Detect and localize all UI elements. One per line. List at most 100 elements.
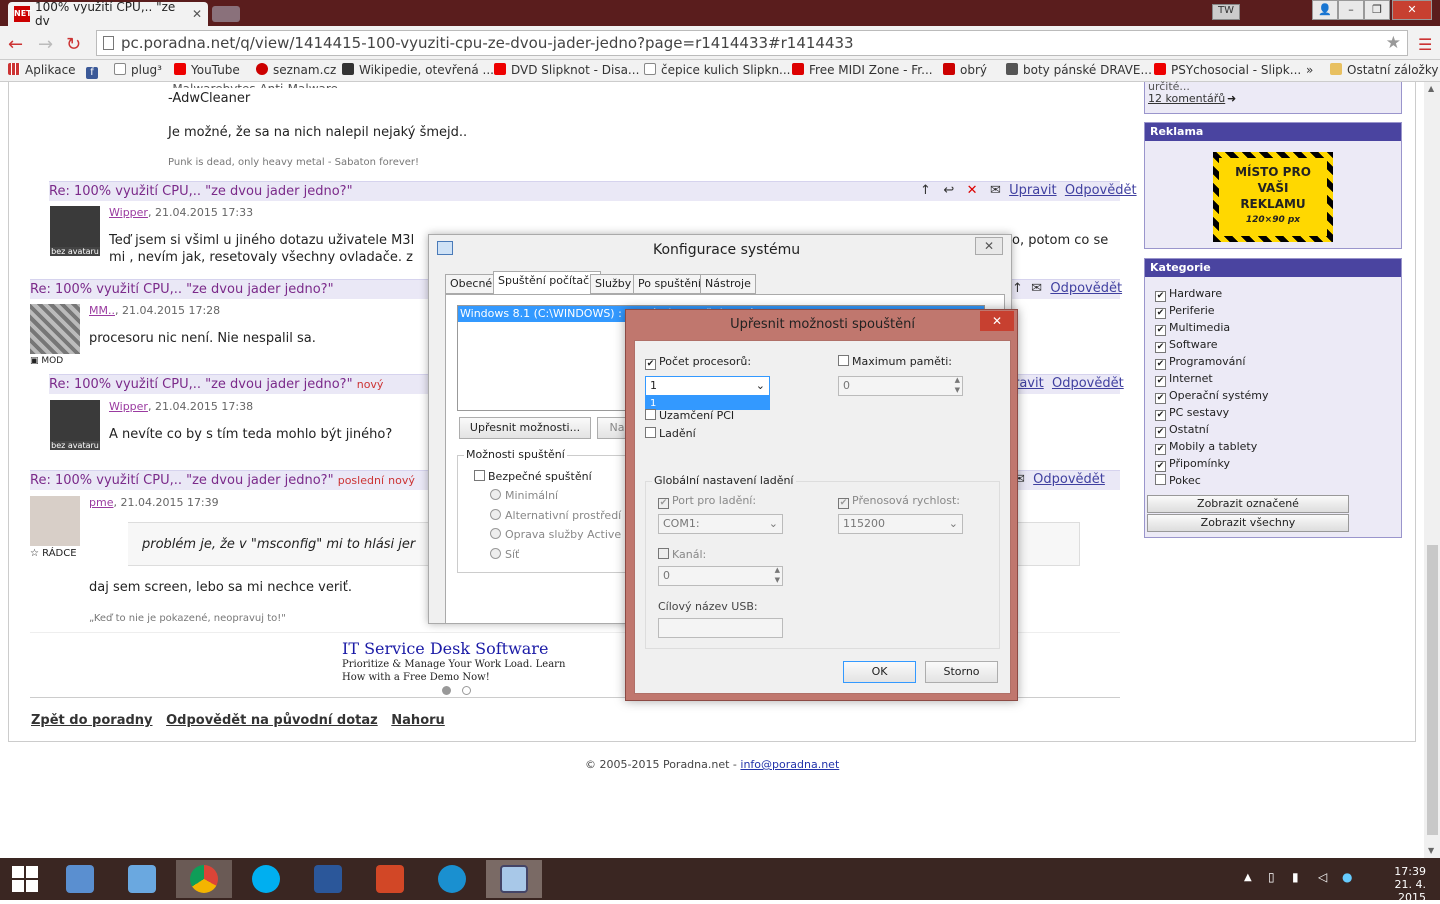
category-programovani[interactable]: ✔ Programování	[1155, 355, 1245, 370]
checkbox-checked[interactable]: ✔	[1155, 444, 1166, 455]
checkbox-checked[interactable]: ✔	[658, 498, 669, 509]
taskbar-app-active[interactable]	[486, 860, 542, 898]
tab-boot[interactable]: Spuštění počítače	[493, 271, 601, 295]
address-bar[interactable]: pc.poradna.net/q/view/1414415-100-vyuzit…	[96, 30, 1408, 56]
cancel-button[interactable]: Storno	[925, 661, 998, 683]
bookmark-cepice[interactable]: čepice kulich Slipkn...	[644, 63, 791, 77]
checkbox-unchecked[interactable]	[645, 427, 656, 438]
category-internet[interactable]: ✔ Internet	[1155, 372, 1213, 387]
checkbox-checked[interactable]: ✔	[1155, 427, 1166, 438]
checkbox-checked[interactable]: ✔	[645, 359, 656, 370]
category-hardware[interactable]: ✔ Hardware	[1155, 287, 1222, 302]
start-button[interactable]	[0, 860, 50, 898]
debug-checkbox[interactable]: Ladění	[645, 427, 696, 440]
checkbox-unchecked[interactable]	[474, 470, 485, 481]
bookmark-obry[interactable]: obrý	[943, 63, 987, 77]
post-title[interactable]: Re: 100% využití CPU,.. "ze dvou jader j…	[49, 377, 353, 392]
radio-minimal[interactable]: Minimální	[490, 489, 558, 502]
author-link[interactable]: MM..	[89, 304, 115, 317]
bookmark-wikipedia[interactable]: Wikipedie, otevřená ...	[342, 63, 494, 77]
max-memory-checkbox[interactable]: Maximum paměti:	[838, 355, 952, 368]
menu-icon[interactable]: ☰	[1418, 35, 1432, 54]
post-title[interactable]: Re: 100% využití CPU,.. "ze dvou jader j…	[30, 473, 334, 488]
bookmark-youtube[interactable]: YouTube	[174, 63, 240, 77]
category-mobily[interactable]: ✔ Mobily a tablety	[1155, 440, 1257, 455]
top-link[interactable]: Nahoru	[391, 713, 445, 728]
minimize-button[interactable]: –	[1338, 0, 1364, 20]
radio-alternate[interactable]: Alternativní prostředí	[490, 509, 621, 522]
taskbar-app[interactable]	[52, 860, 108, 898]
scrollbar-thumb[interactable]	[1427, 545, 1438, 835]
close-window-button[interactable]: ✕	[1392, 0, 1432, 20]
checkbox-checked[interactable]: ✔	[1155, 359, 1166, 370]
category-multimedia[interactable]: ✔ Multimedia	[1155, 321, 1230, 336]
checkbox-checked[interactable]: ✔	[1155, 308, 1166, 319]
bookmark-plug[interactable]: plug³	[114, 63, 162, 77]
category-pc-sestavy[interactable]: ✔ PC sestavy	[1155, 406, 1229, 421]
reply-link[interactable]: Odpovědět	[1065, 183, 1137, 198]
bookmark-psychosocial[interactable]: PSYchosocial - Slipk...	[1154, 63, 1301, 77]
bookmark-seznam[interactable]: seznam.cz	[256, 63, 336, 77]
bookmark-facebook[interactable]: f	[86, 63, 103, 79]
reply-link[interactable]: Odpovědět	[1050, 281, 1122, 296]
debug-port-select[interactable]: COM1: ⌄	[658, 514, 783, 534]
bookmark-other[interactable]: Ostatní záložky	[1330, 63, 1438, 77]
radio-ad-repair[interactable]: Oprava služby Active Dire	[490, 528, 647, 541]
checkbox-checked[interactable]: ✔	[1155, 376, 1166, 387]
safe-boot-checkbox[interactable]: Bezpečné spuštění	[474, 470, 592, 483]
mail-icon[interactable]: ✉	[990, 183, 1001, 198]
checkbox-checked[interactable]: ✔	[1155, 342, 1166, 353]
dialog-close-button[interactable]: ✕	[980, 311, 1014, 331]
author-link[interactable]: Wipper	[109, 400, 148, 413]
edit-link[interactable]: ravit	[1014, 376, 1044, 391]
num-processors-checkbox[interactable]: ✔ Počet procesorů:	[645, 355, 751, 370]
max-memory-input[interactable]: 0 ▲ ▼	[838, 376, 963, 396]
checkbox-checked[interactable]: ✔	[1155, 291, 1166, 302]
ad-placeholder[interactable]: MÍSTO PRO VAŠI REKLAMU 120×90 px	[1213, 152, 1333, 242]
checkbox-unchecked[interactable]	[645, 409, 656, 420]
dropdown-option[interactable]: 1	[645, 396, 770, 410]
bookmark-star-icon[interactable]: ★	[1386, 31, 1401, 55]
up-arrow-icon[interactable]: ↑	[1012, 281, 1023, 296]
email-link[interactable]: info@poradna.net	[740, 758, 839, 771]
bookmark-boty[interactable]: boty pánské DRAVE...	[1006, 63, 1152, 77]
radio-icon[interactable]	[490, 548, 501, 559]
battery-icon[interactable]: ▯	[1268, 870, 1275, 884]
pci-lock-checkbox[interactable]: Uzamčení PCI	[645, 409, 734, 421]
up-arrow-icon[interactable]: ↑	[920, 183, 931, 198]
usb-target-input[interactable]	[658, 618, 783, 638]
taskbar-app[interactable]	[424, 860, 480, 898]
tab-tools[interactable]: Nástroje	[700, 274, 756, 294]
tab-services[interactable]: Služby	[590, 274, 637, 294]
reply-link[interactable]: Odpovědět	[1052, 376, 1124, 391]
checkbox-checked[interactable]: ✔	[1155, 325, 1166, 336]
category-ostatni[interactable]: ✔ Ostatní	[1155, 423, 1209, 438]
scroll-up-icon[interactable]: ▲	[1428, 84, 1434, 93]
checkbox-unchecked[interactable]	[838, 355, 849, 366]
ccleaner-tray-icon[interactable]: ●	[1342, 870, 1352, 884]
radio-network[interactable]: Síť	[490, 548, 519, 561]
volume-icon[interactable]: ◁	[1318, 870, 1327, 884]
bookmark-midi[interactable]: Free MIDI Zone - Fr...	[792, 63, 933, 77]
tray-expand-icon[interactable]: ▲	[1244, 872, 1252, 883]
reply-arrow-icon[interactable]: ↩	[943, 183, 954, 198]
checkbox-unchecked[interactable]	[1155, 474, 1166, 485]
ad-title[interactable]: IT Service Desk Software	[342, 639, 548, 658]
tab-close-icon[interactable]: ✕	[192, 7, 202, 21]
num-processors-select[interactable]: 1 ⌄	[645, 376, 770, 396]
spinner-icon[interactable]: ▲ ▼	[775, 565, 780, 585]
comments-link[interactable]: 12 komentářů	[1148, 92, 1225, 105]
clock[interactable]: 17:39 21. 4. 2015	[1370, 865, 1426, 904]
taskbar-app-active[interactable]	[176, 860, 232, 898]
taskbar-app[interactable]	[300, 860, 356, 898]
carousel-dot-active[interactable]	[442, 686, 451, 695]
tab-startup[interactable]: Po spuštění	[633, 274, 706, 294]
mail-icon[interactable]: ✉	[1031, 281, 1042, 296]
user-icon[interactable]: 👤	[1312, 0, 1338, 20]
reply-original-link[interactable]: Odpovědět na původní dotaz	[166, 713, 378, 728]
show-marked-button[interactable]: Zobrazit označené	[1147, 495, 1349, 513]
goto-icon[interactable]: ➜	[1227, 92, 1236, 105]
new-tab-button[interactable]	[212, 6, 240, 22]
scroll-down-icon[interactable]: ▼	[1428, 846, 1434, 855]
author-link[interactable]: Wipper	[109, 206, 148, 219]
